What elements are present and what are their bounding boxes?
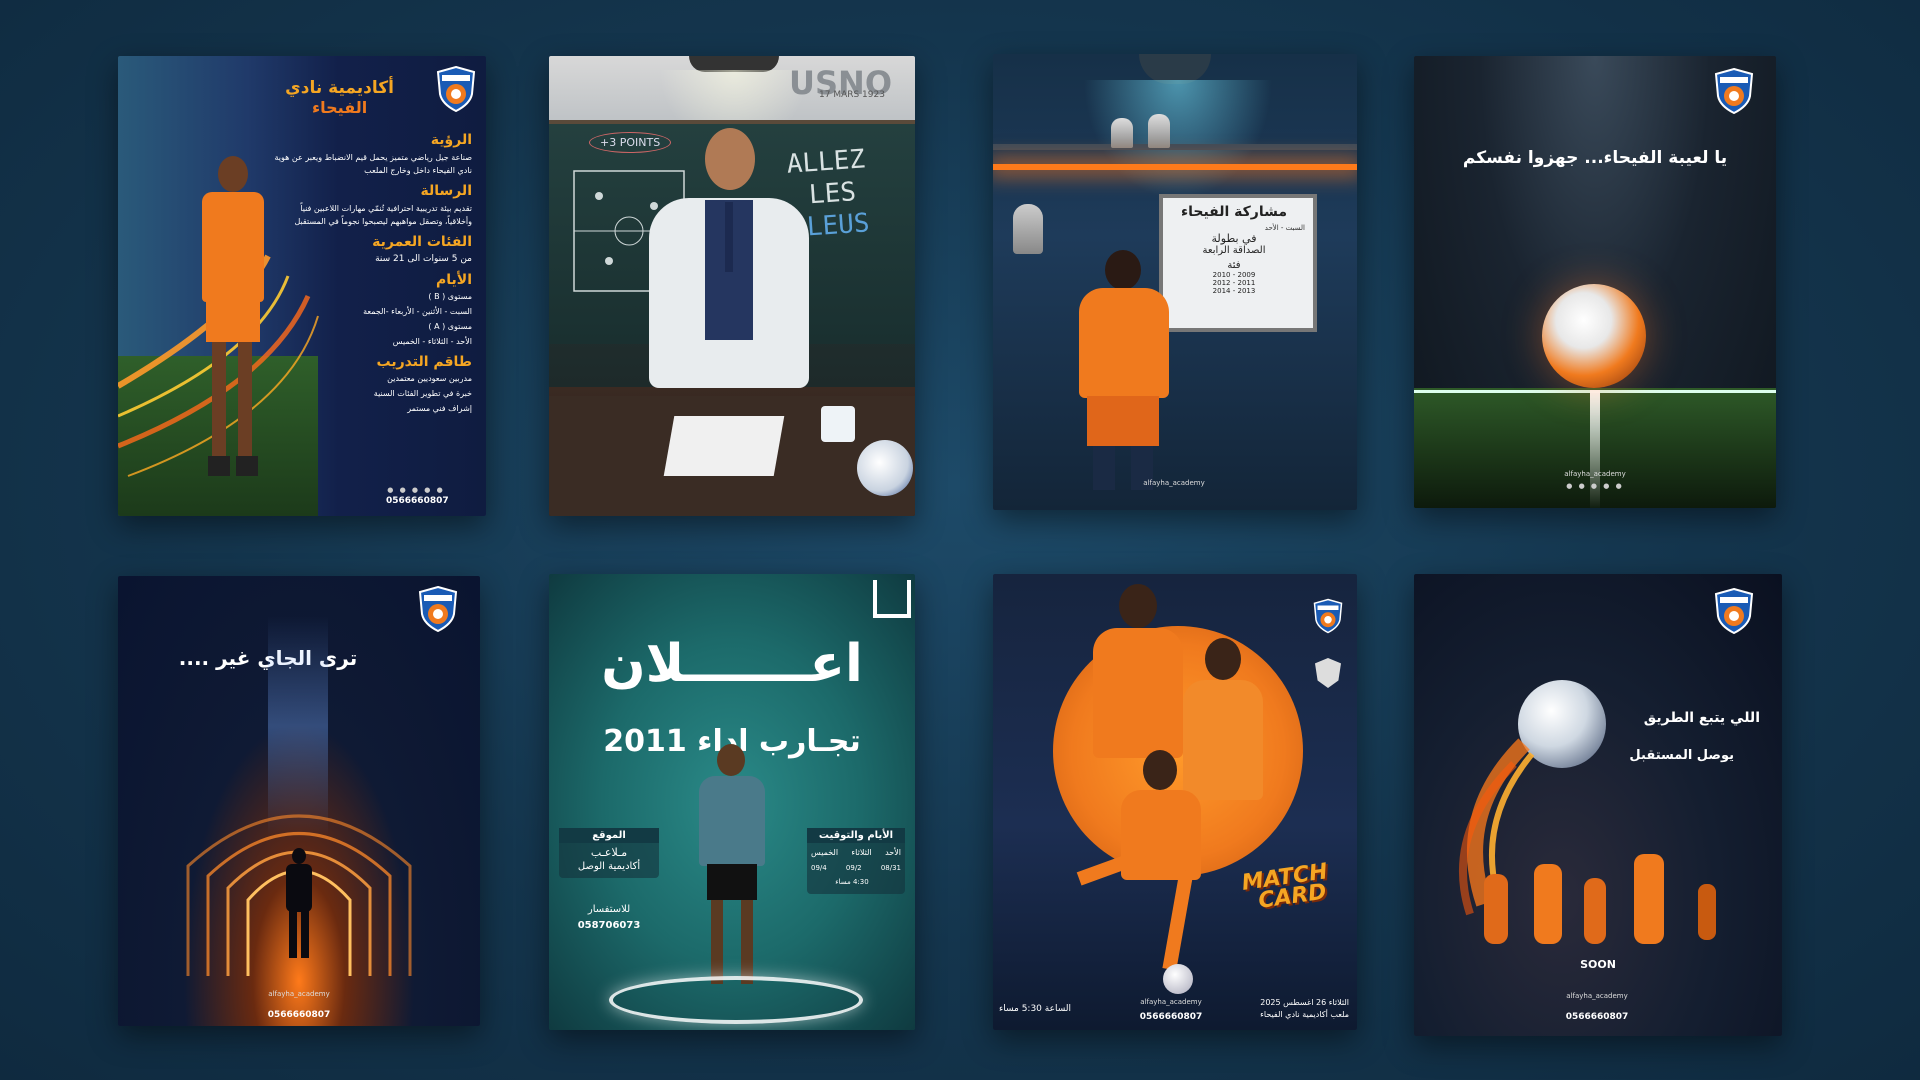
board-title: مشاركة الفيحاء [1180, 204, 1288, 220]
poster-trials[interactable]: اعـــــــلان تجـارب اداء 2011 الموقع مـل… [549, 574, 915, 1030]
board-small: السبت - الأحد [1264, 224, 1305, 232]
social-icons: ● ● ● ● ● [1566, 482, 1624, 490]
vision-heading: الرؤية [430, 132, 472, 148]
trophy-icon-3 [1148, 114, 1170, 148]
poster-whats-next[interactable]: ترى الجاي غير .... alfayha_academy 05666… [118, 576, 480, 1026]
board-cat: فئة [1227, 260, 1241, 271]
match-place: ملعب أكاديمية نادي الفيحاء [1260, 1010, 1349, 1019]
poster-tournament[interactable]: مشاركة الفيحاء السبت - الأحد في بطولة ال… [993, 54, 1357, 510]
phone-number: 0566660807 [1139, 1012, 1203, 1022]
staff-line3: إشراف فني مستمر [407, 404, 472, 413]
contact-label: للاستفسار [587, 904, 631, 915]
board-cat3: 2013 - 2014 [1212, 287, 1256, 295]
match-date: الثلاثاء 26 اغسطس 2025 [1260, 998, 1349, 1007]
day-3: الخميس [811, 848, 839, 857]
phone-number: 0566660807 [1565, 1012, 1629, 1022]
player-figure [198, 156, 268, 496]
location-text-1: مـلاعـب [590, 846, 628, 859]
social-handle: alfayha_academy [268, 990, 330, 998]
social-icons: ● ● ● ● ● [387, 486, 445, 494]
coach-figure [629, 128, 829, 418]
soon-label: SOON [1580, 958, 1616, 971]
poster-future[interactable]: اللي يتبع الطريق يوصل المستقبل SOON alfa… [1414, 574, 1782, 1036]
brand-logo [873, 580, 911, 618]
football-icon [857, 440, 913, 496]
football-icon [1542, 284, 1646, 388]
board-cat1: 2009 - 2010 [1212, 271, 1256, 279]
staff-line1: مدربين سعوديين معتمدين [387, 374, 472, 383]
trial-time: 4:30 مساء [835, 878, 869, 886]
days-line3: مستوى ( A ) [428, 322, 472, 331]
poster-get-ready[interactable]: يا لعيبة الفيحاء... جهزوا نفسكم alfayha_… [1414, 56, 1776, 508]
pitch-center-line [1590, 390, 1600, 508]
social-handle: alfayha_academy [1140, 998, 1202, 1006]
player-figure [697, 744, 767, 994]
club-crest-icon [1714, 68, 1754, 114]
location-label: الموقع [559, 828, 659, 843]
shelf-glow [993, 164, 1357, 170]
ages-text: من 5 سنوات الى 21 سنة [375, 254, 472, 264]
days-line2: السبت - الأثنين - الأربعاء -الجمعة [363, 307, 472, 316]
board-sub1: في بطولة [1211, 232, 1257, 245]
trophy-shelf [993, 144, 1357, 150]
social-handle: alfayha_academy [1566, 992, 1628, 1000]
location-text-2: أكاديمية الوصل [577, 861, 641, 872]
poster-match-card[interactable]: MATCH CARD الساعة 5:30 مساء الثلاثاء 26 … [993, 574, 1357, 1030]
ages-heading: الفئات العمرية [372, 234, 472, 250]
contact-phone: 058706073 [577, 920, 641, 931]
shield-icon [1315, 658, 1341, 688]
days-line1: مستوى ( B ) [428, 292, 472, 301]
poster-coach[interactable]: USNO 17 MARS 1923 +3 POINTS ALLEZ LES BL… [549, 56, 915, 516]
phone-number: 0566660807 [386, 496, 449, 506]
vision-text: صناعة جيل رياضي متميز يحمل قيم الانضباط … [274, 153, 473, 175]
headline: يا لعيبة الفيحاء... جهزوا نفسكم [1462, 148, 1728, 168]
social-handle: alfayha_academy [1564, 470, 1626, 478]
date-2: 09/2 [845, 864, 862, 872]
trophy-icon [1013, 204, 1043, 254]
player-figure [1073, 250, 1173, 490]
player-figure-3 [1076, 750, 1207, 980]
title-line1: أكاديمية نادي [285, 78, 394, 98]
phone-number: 0566660807 [267, 1010, 331, 1020]
announcement-title: اعـــــــلان [601, 634, 863, 694]
days-heading: الأيام [436, 272, 472, 288]
club-crest-icon [1313, 598, 1343, 634]
schedule-label: الأيام والتوقيت [807, 828, 905, 843]
match-time: الساعة 5:30 مساء [999, 1004, 1071, 1014]
floor-ring [609, 976, 863, 1024]
title-line2: الفيحاء [311, 98, 368, 117]
silhouette-figure [286, 848, 312, 958]
mission-text: تقديم بيئة تدريبية احترافية تُنمّي مهارا… [294, 204, 472, 226]
runner-figures [1474, 844, 1734, 954]
social-handle: alfayha_academy [1143, 479, 1205, 487]
club-crest-icon [436, 66, 476, 112]
board-cat2: 2011 - 2012 [1212, 279, 1256, 287]
date-1: 08/31 [880, 864, 901, 872]
trophy-icon-2 [1111, 118, 1133, 148]
football-icon [1163, 964, 1193, 994]
mug [821, 406, 855, 442]
days-line4: الأحد - الثلاثاء - الخميس [392, 337, 472, 346]
mission-heading: الرسالة [420, 183, 472, 199]
staff-line2: خبرة في تطوير الفئات السنية [373, 389, 472, 398]
staff-heading: طاقم التدريب [376, 354, 472, 370]
day-2: الثلاثاء [851, 848, 872, 857]
tunnel-arches [186, 814, 412, 976]
board-sub2: الصداقة الرابعة [1202, 245, 1266, 256]
tactic-paper [663, 416, 785, 476]
poster-academy-info[interactable]: أكاديمية نادي الفيحاء الرؤية صناعة جيل ر… [118, 56, 486, 516]
day-1: الأحد [885, 848, 901, 857]
date-3: 09/4 [811, 864, 827, 872]
wall-date: 17 MARS 1923 [819, 90, 885, 100]
